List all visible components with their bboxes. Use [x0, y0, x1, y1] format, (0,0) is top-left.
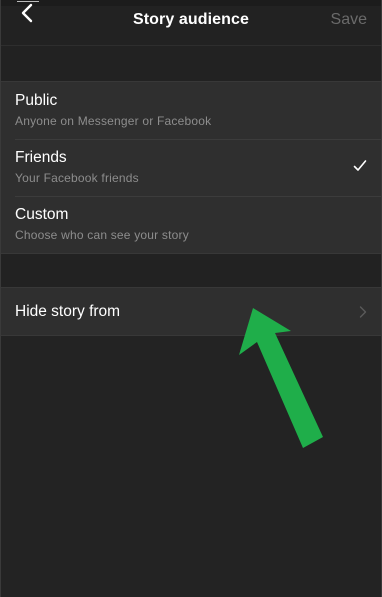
back-underline: [17, 1, 39, 2]
option-friends-label: Friends: [15, 149, 67, 166]
option-custom[interactable]: Custom Choose who can see your story: [1, 196, 381, 253]
back-button[interactable]: [15, 1, 39, 34]
option-public-description: Anyone on Messenger or Facebook: [15, 114, 212, 128]
chevron-left-icon: [21, 3, 33, 23]
green-arrow-icon: [239, 308, 323, 448]
save-button[interactable]: Save: [331, 11, 367, 29]
nav-bar: Story audience Save: [1, 1, 381, 46]
checkmark-icon: [353, 160, 367, 171]
option-public-label: Public: [15, 92, 58, 109]
audience-options-group: Public Anyone on Messenger or Facebook F…: [1, 81, 381, 254]
hide-story-from-label: Hide story from: [15, 302, 121, 320]
option-custom-description: Choose who can see your story: [15, 228, 189, 242]
chevron-right-icon: [359, 306, 367, 318]
page-title: Story audience: [132, 10, 250, 28]
option-friends-description: Your Facebook friends: [15, 171, 139, 185]
section-spacer: [1, 46, 381, 81]
section-spacer-2: [1, 254, 381, 287]
option-custom-label: Custom: [15, 206, 69, 223]
option-public[interactable]: Public Anyone on Messenger or Facebook: [1, 82, 381, 139]
story-audience-screen: Story audience Save Public Anyone on Mes…: [0, 0, 382, 597]
option-friends[interactable]: Friends Your Facebook friends: [1, 139, 381, 196]
